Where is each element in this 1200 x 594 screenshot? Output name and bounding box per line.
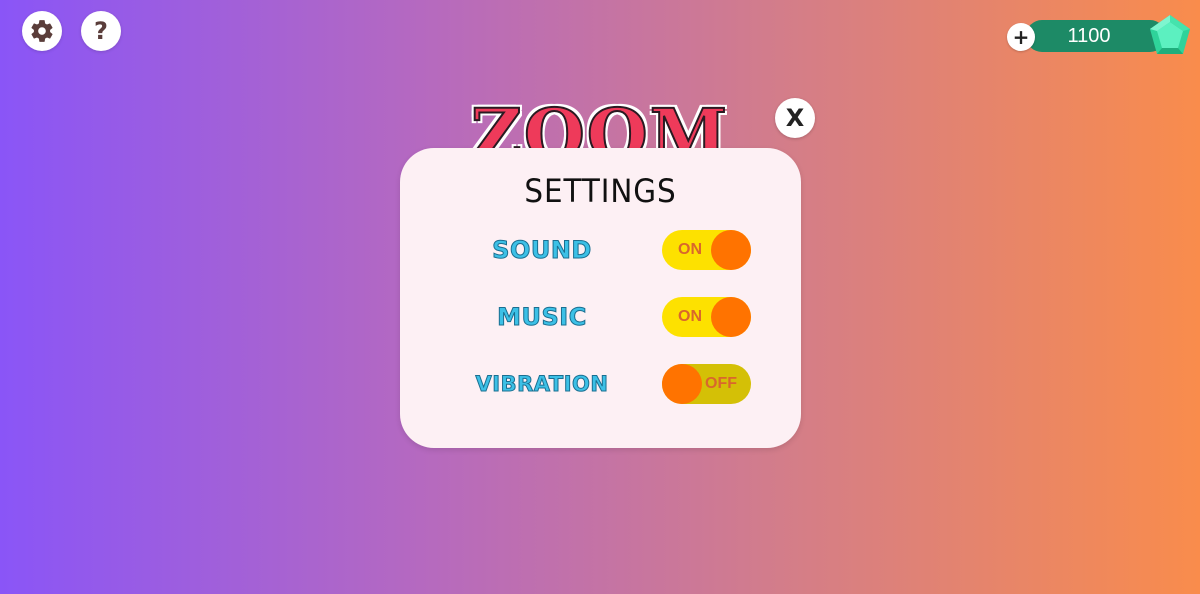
sound-toggle-knob[interactable] (711, 230, 751, 270)
gear-icon (31, 20, 53, 42)
sound-toggle[interactable]: ON (662, 230, 751, 270)
sound-toggle-state: ON (678, 241, 702, 258)
setting-row-music: MUSIC ON (400, 296, 801, 338)
settings-dialog: SETTINGS SOUND ON MUSIC ON VIBRATION OFF (400, 148, 801, 448)
vibration-toggle-knob[interactable] (662, 364, 702, 404)
vibration-toggle-state: OFF (705, 375, 737, 392)
add-currency-button[interactable]: + (1007, 23, 1035, 51)
music-toggle-state: ON (678, 308, 702, 325)
music-label: MUSIC (497, 303, 587, 332)
music-toggle-knob[interactable] (711, 297, 751, 337)
question-mark-icon: ? (94, 17, 108, 45)
currency-amount: 1100 (1067, 24, 1111, 47)
settings-button[interactable] (22, 11, 62, 51)
vibration-toggle[interactable]: OFF (662, 364, 751, 404)
currency-display: 1100 (1026, 20, 1166, 52)
gem-icon (1150, 15, 1190, 54)
help-button[interactable]: ? (81, 11, 121, 51)
setting-row-sound: SOUND ON (400, 229, 801, 271)
close-button[interactable]: X (775, 98, 815, 138)
setting-row-vibration: VIBRATION OFF (400, 363, 801, 405)
vibration-label: VIBRATION (475, 372, 609, 397)
settings-title: SETTINGS (524, 172, 677, 210)
music-toggle[interactable]: ON (662, 297, 751, 337)
sound-label: SOUND (492, 236, 592, 265)
